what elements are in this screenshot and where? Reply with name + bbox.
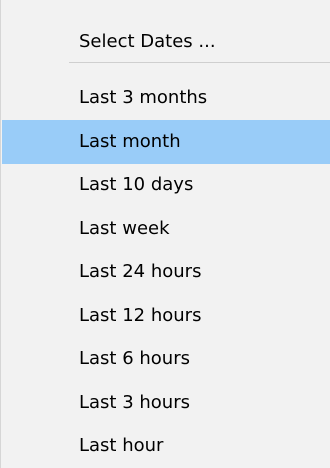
menu-item-last-6-hours[interactable]: Last 6 hours: [2, 337, 330, 381]
date-range-context-menu: Select Dates ... Last 3 months Last mont…: [0, 0, 330, 468]
menu-item-select-dates[interactable]: Select Dates ...: [2, 20, 330, 64]
menu-item-last-week[interactable]: Last week: [2, 207, 330, 251]
menu-separator: [69, 62, 330, 63]
menu-item-last-hour[interactable]: Last hour: [2, 424, 330, 468]
menu-item-last-3-hours[interactable]: Last 3 hours: [2, 381, 330, 425]
menu-item-last-24-hours[interactable]: Last 24 hours: [2, 250, 330, 294]
menu-item-last-3-months[interactable]: Last 3 months: [2, 76, 330, 120]
menu-item-last-month[interactable]: Last month: [2, 120, 330, 164]
menu-item-last-10-days[interactable]: Last 10 days: [2, 163, 330, 207]
menu-item-last-12-hours[interactable]: Last 12 hours: [2, 294, 330, 338]
